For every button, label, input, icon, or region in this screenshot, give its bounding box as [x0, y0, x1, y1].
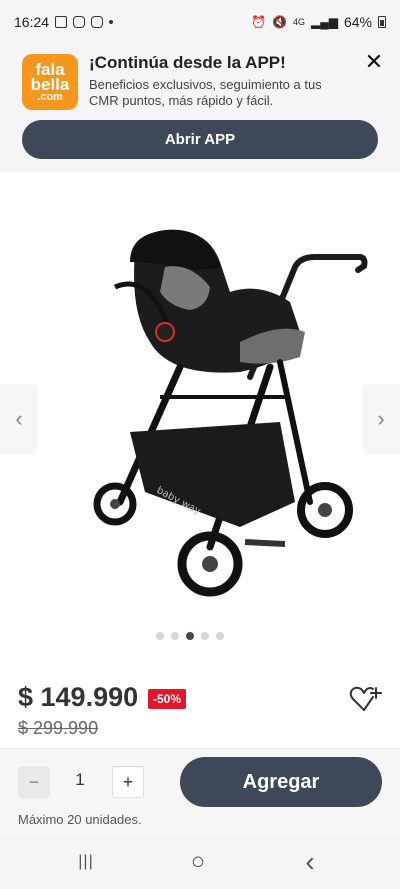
mute-icon: 🔇	[272, 15, 287, 29]
gallery-notification-icon	[55, 16, 68, 28]
product-image-stroller: baby way	[93, 229, 368, 597]
wishlist-heart-icon[interactable]	[348, 684, 382, 714]
close-banner-button[interactable]: ✕	[360, 48, 388, 76]
gallery-dot-4[interactable]	[201, 632, 209, 640]
banner-subtitle: Beneficios exclusivos, seguimiento a tus…	[89, 77, 322, 108]
battery-percent: 64%	[343, 14, 372, 30]
more-notifications-icon	[109, 20, 114, 24]
gallery-prev-button[interactable]: ‹	[0, 384, 38, 454]
home-icon: ○	[190, 848, 206, 875]
battery-icon	[378, 16, 386, 28]
status-time: 16:24	[14, 14, 50, 30]
gallery-dot-3[interactable]	[186, 632, 194, 640]
status-left: 16:24	[14, 14, 114, 30]
add-to-cart-button[interactable]: Agregar	[180, 757, 382, 807]
chevron-left-icon: ‹	[15, 406, 23, 431]
back-icon: ‹	[305, 846, 315, 877]
gallery-dot-1[interactable]	[156, 632, 164, 640]
logo-line-3: .com	[37, 90, 63, 103]
quantity-decrease-button[interactable]: −	[18, 766, 50, 798]
instagram-notification-icon	[73, 16, 86, 28]
original-price: $ 299.990	[18, 718, 99, 738]
gallery-dot-2[interactable]	[171, 632, 179, 640]
back-button[interactable]: ‹	[290, 846, 330, 878]
discount-badge: -50%	[148, 689, 187, 709]
quantity-increase-button[interactable]: +	[112, 766, 144, 798]
open-app-button[interactable]: Abrir APP	[22, 120, 378, 159]
quantity-value: 1	[75, 770, 85, 789]
recents-icon: |||	[78, 853, 94, 870]
chevron-right-icon: ›	[377, 406, 385, 431]
recents-button[interactable]: |||	[66, 846, 106, 878]
product-price: $ 149.990	[18, 682, 139, 712]
gallery-pagination	[156, 632, 224, 640]
status-bar: 16:24 ⏰ 🔇 4G ▂▄▆ 64%	[0, 0, 400, 44]
status-right: ⏰ 🔇 4G ▂▄▆ 64%	[251, 14, 386, 30]
signal-icon: ▂▄▆	[311, 15, 338, 29]
max-units-note: Máximo 20 unidades.	[18, 812, 142, 827]
alarm-icon: ⏰	[251, 15, 267, 29]
instagram-notification-icon-2	[91, 16, 104, 28]
home-button[interactable]: ○	[178, 846, 218, 878]
network-type-label: 4G	[292, 16, 305, 27]
banner-title: ¡Continúa desde la APP!	[89, 53, 286, 72]
logo-line-2: bella	[30, 74, 70, 94]
gallery-dot-5[interactable]	[216, 632, 224, 640]
falabella-logo: fala bella .com	[22, 54, 78, 110]
